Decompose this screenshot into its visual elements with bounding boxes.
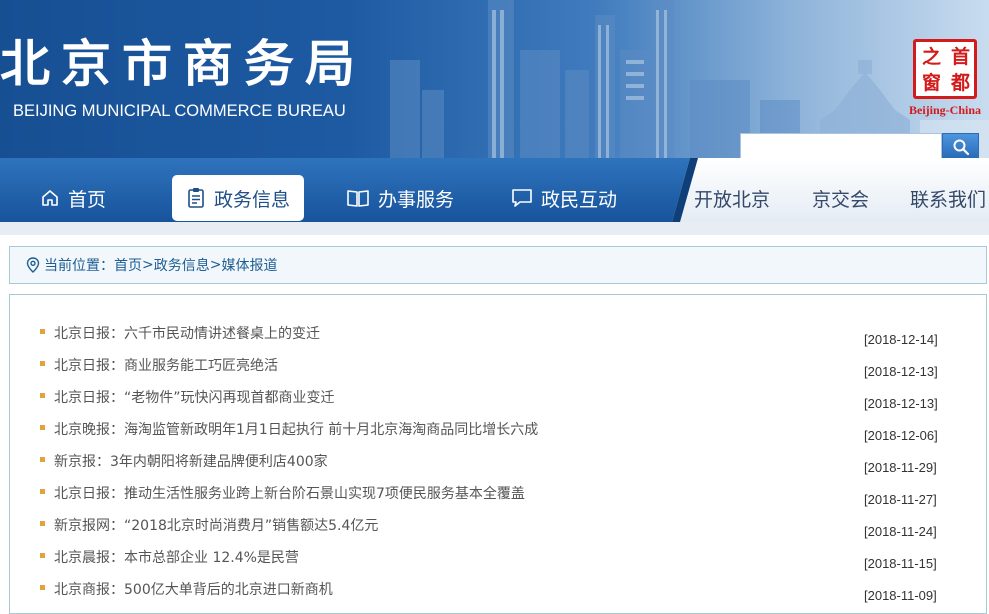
news-panel: 北京日报：六千市民动情讲述餐桌上的变迁 [2018-12-14] 北京日报：商业… [9,294,987,614]
news-item: 北京日报：“老物件”玩快闪再现首都商业变迁 [2018-12-13] [10,379,986,411]
breadcrumb-media[interactable]: 媒体报道 [221,255,277,275]
nav-open-beijing[interactable]: 开放北京 [694,175,770,221]
news-item: 北京日报：六千市民动情讲述餐桌上的变迁 [2018-12-14] [10,315,986,347]
news-title-link[interactable]: 新京报：3年内朝阳将新建品牌便利店400家 [54,451,328,471]
news-date: [2018-12-13] [864,396,938,411]
bullet-icon [40,521,45,526]
seal-char: 首 [950,46,970,68]
site-title: 北京市商务局 [0,34,366,93]
news-title-link[interactable]: 新京报网：“2018北京时尚消费月”销售额达5.4亿元 [54,515,378,535]
nav-open-beijing-label: 开放北京 [694,188,771,211]
nav-interaction-label: 政民互动 [541,188,618,211]
nav-gov-info[interactable]: 政务信息 [172,175,305,221]
breadcrumb-home[interactable]: 首页 [114,255,142,275]
seal-char: 之 [921,46,941,68]
seal-mark: 之 首 窗 都 [913,39,977,99]
news-title-link[interactable]: 北京日报：推动生活性服务业跨上新台阶石景山实现7项便民服务基本全覆盖 [54,483,525,503]
news-date: [2018-11-29] [864,460,937,475]
news-title-link[interactable]: 北京晨报：本市总部企业 12.4%是民营 [54,547,299,567]
nav-trade-fair[interactable]: 京交会 [812,175,869,221]
news-list: 北京日报：六千市民动情讲述餐桌上的变迁 [2018-12-14] 北京日报：商业… [10,315,986,603]
breadcrumb-separator: > [209,257,222,273]
news-date: [2018-12-13] [864,364,938,379]
search-icon [953,139,969,156]
bullet-icon [40,329,45,334]
book-icon [347,190,369,207]
nav-trade-fair-label: 京交会 [812,188,870,211]
news-title-link[interactable]: 北京晚报：海淘监管新政明年1月1日起执行 前十月北京海淘商品同比增长六成 [54,419,538,439]
logo-caption: Beijing-China [909,103,982,117]
breadcrumb-separator: > [142,257,154,273]
news-date: [2018-12-06] [864,428,938,443]
news-item: 北京日报：推动生活性服务业跨上新台阶石景山实现7项便民服务基本全覆盖 [2018… [10,475,986,507]
news-item: 新京报网：“2018北京时尚消费月”销售额达5.4亿元 [2018-11-24] [10,507,986,539]
chat-icon [512,189,532,207]
breadcrumb-gov-info[interactable]: 政务信息 [154,255,210,275]
news-item: 北京商报：500亿大单背后的北京进口新商机 [2018-11-09] [10,571,986,603]
bullet-icon [40,457,45,462]
nav-home-label: 首页 [68,188,107,211]
news-title-link[interactable]: 北京商报：500亿大单背后的北京进口新商机 [54,579,333,599]
bullet-icon [40,425,45,430]
nav-services[interactable]: 办事服务 [346,175,454,221]
site-subtitle: BEIJING MUNICIPAL COMMERCE BUREAU [13,102,346,120]
news-item: 北京晚报：海淘监管新政明年1月1日起执行 前十月北京海淘商品同比增长六成 [20… [10,411,986,443]
search-input[interactable] [740,133,942,158]
news-item: 新京报：3年内朝阳将新建品牌便利店400家 [2018-11-29] [10,443,986,475]
location-pin-icon [26,257,40,273]
clipboard-icon [188,188,204,208]
header-banner: 北京市商务局 BEIJING MUNICIPAL COMMERCE BUREAU… [0,0,989,158]
nav-home[interactable]: 首页 [40,175,106,221]
breadcrumb: 当前位置： 首页 > 政务信息 > 媒体报道 [9,246,987,284]
nav-contact[interactable]: 联系我们 [910,175,986,221]
nav-services-label: 办事服务 [378,188,455,211]
bullet-icon [40,361,45,366]
bullet-icon [40,489,45,494]
news-item: 北京晨报：本市总部企业 12.4%是民营 [2018-11-15] [10,539,986,571]
search-button[interactable] [942,133,979,158]
news-item: 北京日报：商业服务能工巧匠亮绝活 [2018-12-13] [10,347,986,379]
news-title-link[interactable]: 北京日报：“老物件”玩快闪再现首都商业变迁 [54,387,335,407]
bullet-icon [40,585,45,590]
seal-char: 都 [950,72,970,94]
seal-char: 窗 [921,72,941,94]
capital-window-logo[interactable]: 之 首 窗 都 Beijing-China [909,39,981,121]
nav-divider [0,222,989,235]
news-date: [2018-12-14] [864,332,938,347]
bullet-icon [40,553,45,558]
nav-contact-label: 联系我们 [910,188,987,211]
nav-gov-info-label: 政务信息 [214,188,291,211]
nav-interaction[interactable]: 政民互动 [511,175,617,221]
bullet-icon [40,393,45,398]
news-title-link[interactable]: 北京日报：商业服务能工巧匠亮绝活 [54,355,278,375]
news-date: [2018-11-27] [864,492,937,507]
breadcrumb-prefix: 当前位置： [44,258,114,274]
news-title-link[interactable]: 北京日报：六千市民动情讲述餐桌上的变迁 [54,323,320,343]
home-icon [42,190,58,206]
news-date: [2018-11-24] [864,524,937,539]
news-date: [2018-11-15] [864,556,937,571]
main-nav: 首页 政务信息 办事服务 政民互动 开放北京 京交会 联系我们 [0,158,989,222]
